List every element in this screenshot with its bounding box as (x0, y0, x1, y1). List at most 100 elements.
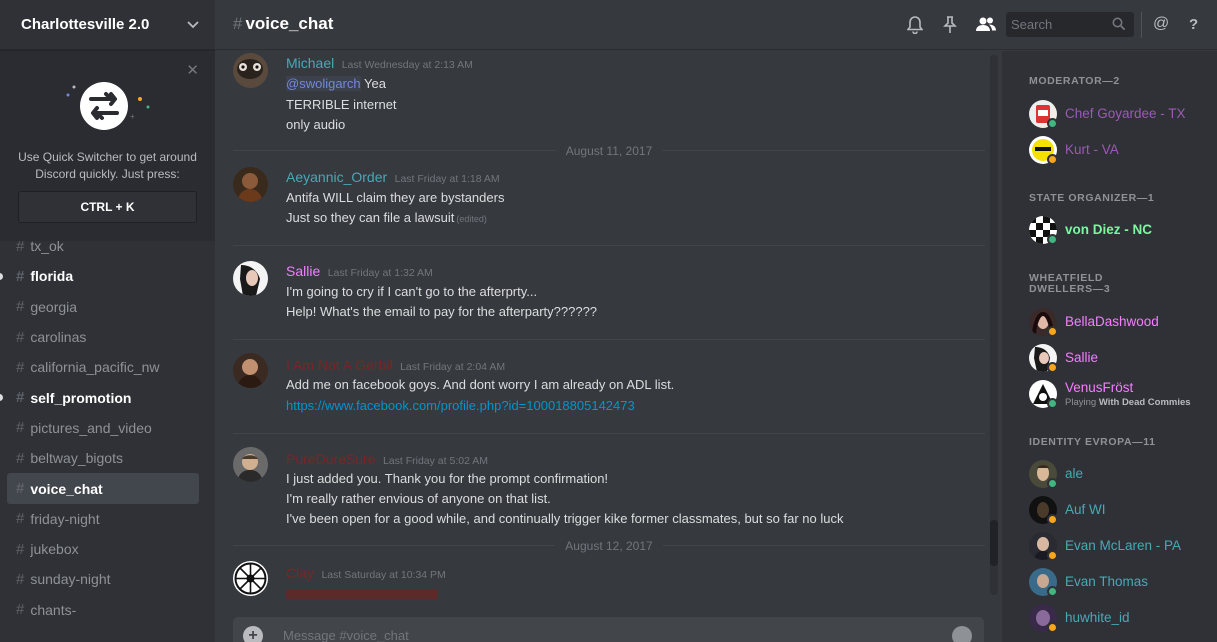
mention-icon[interactable]: @ (1153, 15, 1171, 33)
avatar[interactable] (233, 353, 268, 388)
status-idle-indicator (1047, 154, 1058, 165)
pin-icon[interactable] (943, 16, 961, 34)
date-divider: August 11, 2017 (233, 142, 985, 160)
header-divider (1141, 12, 1142, 38)
channel-label: florida (30, 268, 74, 285)
help-icon[interactable]: ? (1189, 16, 1207, 34)
username[interactable]: Sallie (286, 263, 320, 279)
channel-item-florida[interactable]: # florida (0, 261, 199, 291)
message-input[interactable]: Message #voice_chat (283, 628, 409, 642)
member-name: Evan McLaren - PA (1065, 538, 1182, 553)
channel-item-chants-[interactable]: # chants- (7, 595, 199, 625)
channel-item-friday-night[interactable]: # friday-night (7, 504, 199, 534)
message-line: Antifa WILL claim they are bystanders (286, 190, 505, 205)
username[interactable]: Michael (286, 55, 334, 71)
member-item[interactable]: BellaDashwood (1029, 308, 1214, 340)
channel-item-pictures-and-video[interactable]: # pictures_and_video (7, 413, 199, 443)
avatar[interactable] (233, 561, 268, 596)
status-online-indicator (1047, 586, 1058, 597)
channel-sidebar: Charlottesville 2.0 ✕ + Use Quick Switch… (0, 0, 215, 642)
scrollbar-thumb[interactable] (990, 520, 998, 566)
channel-item-jukebox[interactable]: # jukebox (7, 534, 199, 564)
channel-label: sunday-night (30, 571, 111, 588)
members-icon[interactable] (975, 16, 997, 34)
status-online-indicator (1047, 118, 1058, 129)
message-link[interactable]: https://www.facebook.com/profile.php?id=… (286, 398, 635, 413)
timestamp: Last Saturday at 10:34 PM (321, 569, 446, 581)
member-item[interactable]: ale (1029, 460, 1214, 492)
channel-label: friday-night (30, 510, 100, 527)
hash-icon: # (16, 601, 25, 619)
message-header: I Am Not A Gerbil Last Friday at 2:04 AM (286, 357, 505, 375)
status-online-indicator (1047, 398, 1058, 409)
user-mention[interactable]: @swoligarch (286, 76, 361, 91)
message-line: I'm going to cry if I can't go to the af… (286, 284, 538, 299)
avatar[interactable] (233, 261, 268, 296)
member-item[interactable]: Chef Goyardee - TX (1029, 100, 1214, 132)
channel-header: # voice_chat Search @ ? (215, 0, 1217, 50)
message-list: Michael Last Wednesday at 2:13 AM @swoli… (215, 51, 1002, 607)
activity-status: Playing With Dead Commies (1065, 397, 1191, 408)
channel-item-georgia[interactable]: # georgia (7, 292, 199, 322)
role-header: IDENTITY EVROPA—11 (1029, 436, 1156, 448)
member-item[interactable]: Evan McLaren - PA (1029, 532, 1214, 564)
channel-item-self-promotion[interactable]: # self_promotion (0, 382, 199, 412)
upload-plus-icon[interactable]: + (243, 626, 263, 642)
channel-title: # voice_chat (233, 14, 334, 33)
member-name: Evan Thomas (1065, 574, 1149, 589)
username[interactable]: I Am Not A Gerbil (286, 357, 393, 373)
username[interactable]: Aeyannic_Order (286, 169, 387, 185)
server-header[interactable]: Charlottesville 2.0 (0, 0, 215, 50)
username[interactable]: PureDureSure (286, 451, 376, 467)
avatar[interactable] (233, 447, 268, 482)
member-item[interactable]: Auf WI (1029, 496, 1214, 528)
message-line: only audio (286, 117, 346, 132)
channel-item-california-pacific-nw[interactable]: # california_pacific_nw (7, 352, 199, 382)
message-line: Add me on facebook goys. And dont worry … (286, 377, 675, 392)
message-separator (233, 433, 985, 434)
scrollbar-track[interactable] (990, 55, 998, 595)
username[interactable]: Clay (286, 565, 314, 581)
avatar[interactable] (233, 53, 268, 88)
emoji-icon[interactable] (952, 626, 972, 642)
embed-preview (286, 589, 438, 599)
hash-icon: # (16, 267, 25, 285)
member-name: von Diez - NC (1065, 222, 1153, 237)
channel-item-voice-chat[interactable]: # voice_chat (7, 473, 199, 504)
hash-icon: # (16, 510, 25, 528)
status-online-indicator (1047, 234, 1058, 245)
message-composer[interactable]: + Message #voice_chat (233, 617, 984, 642)
member-item[interactable]: VenusFröst Playing With Dead Commies (1029, 380, 1214, 412)
avatar[interactable] (233, 167, 268, 202)
timestamp: Last Friday at 1:18 AM (394, 173, 500, 185)
hash-icon: # (16, 328, 25, 346)
channel-label: california_pacific_nw (30, 359, 160, 376)
member-item[interactable]: Kurt - VA (1029, 136, 1214, 168)
role-header: WHEATFIELD DWELLERS—3 (1029, 272, 1111, 295)
search-input[interactable]: Search (1006, 12, 1134, 37)
member-name: BellaDashwood (1065, 314, 1159, 329)
channel-label: carolinas (30, 329, 87, 346)
message-line: @swoligarch Yea (286, 76, 386, 91)
member-item[interactable]: Evan Thomas (1029, 568, 1214, 600)
status-idle-indicator (1047, 362, 1058, 373)
chevron-down-icon[interactable] (187, 18, 199, 32)
message-separator (233, 245, 985, 246)
hash-icon: # (16, 358, 25, 376)
bell-icon[interactable] (906, 16, 925, 35)
svg-text:+: + (130, 112, 135, 121)
discord-app: Charlottesville 2.0 ✕ + Use Quick Switch… (0, 0, 1217, 642)
member-name: Kurt - VA (1065, 142, 1119, 157)
member-name: huwhite_id (1065, 610, 1130, 625)
channel-item-sunday-night[interactable]: # sunday-night (7, 564, 199, 594)
channel-item-carolinas[interactable]: # carolinas (7, 322, 199, 352)
hash-icon: # (16, 419, 25, 437)
channel-item-beltway-bigots[interactable]: # beltway_bigots (7, 443, 199, 473)
member-item[interactable]: huwhite_id (1029, 604, 1214, 636)
close-icon[interactable]: ✕ (186, 61, 199, 79)
message-header: Aeyannic_Order Last Friday at 1:18 AM (286, 169, 500, 187)
status-idle-indicator (1047, 514, 1058, 525)
hash-icon: # (16, 449, 25, 467)
member-item[interactable]: Sallie (1029, 344, 1214, 376)
member-item[interactable]: von Diez - NC (1029, 216, 1214, 248)
